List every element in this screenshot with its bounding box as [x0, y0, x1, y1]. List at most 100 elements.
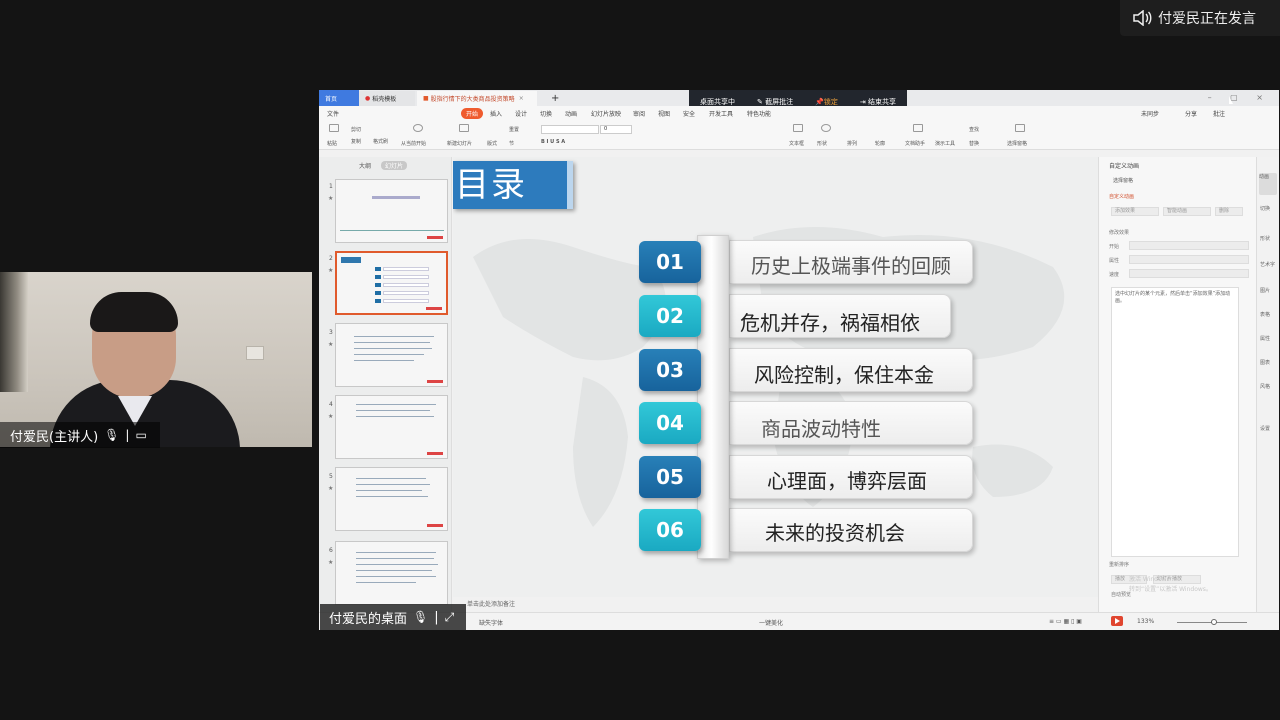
outline-label[interactable]: 轮廓: [875, 140, 885, 147]
menu-file[interactable]: 文件: [327, 109, 339, 118]
font-size-input[interactable]: 0: [600, 125, 632, 134]
format-painter-label[interactable]: 格式刷: [373, 138, 388, 145]
menu-animation[interactable]: 动画: [565, 109, 577, 118]
thumbnail-3[interactable]: [335, 323, 448, 387]
slide-canvas: 目录 01 02 03 04 05 06 历史上极端事件的回顾 危机并存，祸福相…: [453, 157, 1098, 597]
layout-label[interactable]: 版式: [487, 140, 497, 147]
add-effect-button[interactable]: 添加效果: [1111, 207, 1159, 216]
thumb-text-line: [356, 564, 438, 565]
property-select[interactable]: [1129, 255, 1249, 264]
tab-document[interactable]: ■ 股指行情下的大类商品投资策略 ×: [417, 91, 537, 106]
bold-icon[interactable]: B I U S A: [541, 139, 565, 145]
tab-home[interactable]: 首页: [319, 90, 359, 106]
arrange-label[interactable]: 排列: [847, 140, 857, 147]
camera-tile[interactable]: [0, 272, 312, 447]
thumbnail-1[interactable]: [335, 179, 448, 243]
close-icon[interactable]: ×: [519, 95, 524, 102]
speed-select[interactable]: [1129, 269, 1249, 278]
new-slide-icon[interactable]: [459, 124, 469, 132]
thumbnail-6[interactable]: [335, 541, 448, 605]
reset-label[interactable]: 重置: [509, 126, 519, 133]
tab-slides[interactable]: 幻灯片: [381, 161, 408, 170]
play-current-icon[interactable]: [413, 124, 423, 132]
menu-special[interactable]: 特色功能: [747, 109, 771, 118]
smart-animation-button[interactable]: 智能动画: [1163, 207, 1211, 216]
screen-icon[interactable]: ▭: [135, 428, 146, 442]
thumbnail-2[interactable]: [335, 251, 448, 315]
delete-button[interactable]: 删除: [1215, 207, 1243, 216]
menu-slideshow[interactable]: 幻灯片放映: [591, 109, 621, 118]
selection-pane-link[interactable]: 选择窗格: [1113, 177, 1133, 184]
doc-assistant-icon[interactable]: [913, 124, 923, 132]
menu-transition[interactable]: 切换: [540, 109, 552, 118]
side-tool-settings[interactable]: 设置: [1260, 425, 1270, 432]
find-label[interactable]: 查找: [969, 126, 979, 133]
view-mode-icons[interactable]: ≡ ▭ ▦ ▯ ▣: [1049, 618, 1082, 625]
selection-pane-label[interactable]: 选择窗格: [1007, 140, 1027, 147]
cut-label[interactable]: 剪切: [351, 126, 361, 133]
thumbnail-5[interactable]: [335, 467, 448, 531]
sync-status[interactable]: 未同步: [1141, 109, 1159, 118]
side-tool-shape[interactable]: 形状: [1260, 235, 1270, 242]
side-tool-chart[interactable]: 图表: [1260, 359, 1270, 366]
shape-label[interactable]: 形状: [817, 140, 827, 147]
side-tool-transition[interactable]: 切换: [1260, 205, 1270, 212]
textbox-icon[interactable]: [793, 124, 803, 132]
menu-home[interactable]: 开始: [461, 108, 484, 119]
window-controls[interactable]: – ▢ ×: [1208, 93, 1271, 102]
paste-label[interactable]: 粘贴: [327, 140, 337, 147]
textbox-label[interactable]: 文本框: [789, 140, 804, 147]
side-tool-picture[interactable]: 图片: [1260, 287, 1270, 294]
toc-number: 05: [639, 456, 701, 498]
panel-title: 自定义动画: [1109, 163, 1140, 170]
play-from-current-label[interactable]: 从当前开始: [401, 140, 426, 147]
thumb-num: 1: [329, 183, 333, 190]
desktop-share-label: 付爱民的桌面 🎙 | ⤢: [320, 604, 466, 630]
tab-templates[interactable]: ● 稻壳模板: [359, 91, 415, 106]
tab-outline[interactable]: 大纲: [359, 161, 371, 170]
start-select[interactable]: [1129, 241, 1249, 250]
slide-editing-area[interactable]: 目录 01 02 03 04 05 06 历史上极端事件的回顾 危机并存，祸福相…: [453, 157, 1098, 597]
notes-placeholder[interactable]: 单击此处添加备注: [467, 599, 515, 608]
side-tool-wordart[interactable]: 艺术字: [1260, 261, 1275, 268]
thumb-logo: [427, 452, 443, 455]
menu-view[interactable]: 视图: [658, 109, 670, 118]
thumb-mini-title: [341, 257, 361, 263]
docer-icon: ●: [365, 95, 371, 102]
menu-review[interactable]: 审阅: [633, 109, 645, 118]
side-tool-animation[interactable]: 动画: [1259, 173, 1277, 195]
share-button[interactable]: 分享: [1185, 109, 1197, 118]
zoom-slider-handle[interactable]: [1211, 619, 1217, 625]
side-tool-property[interactable]: 属性: [1260, 335, 1270, 342]
new-slide-label[interactable]: 新建幻灯片: [447, 140, 472, 147]
menu-developer[interactable]: 开发工具: [709, 109, 733, 118]
replace-label[interactable]: 替换: [969, 140, 979, 147]
beautify-button[interactable]: 一键美化: [759, 618, 783, 627]
presentation-tools-label[interactable]: 演示工具: [935, 140, 955, 147]
animation-list[interactable]: 选中幻灯片的某个元素，然后单击“添加效果”添加动画。: [1111, 287, 1239, 557]
comment-button[interactable]: 批注: [1213, 109, 1225, 118]
copy-label[interactable]: 复制: [351, 138, 361, 145]
menu-security[interactable]: 安全: [683, 109, 695, 118]
missing-font-button[interactable]: 缺失字体: [479, 618, 503, 627]
section-label[interactable]: 节: [509, 140, 514, 147]
paste-icon[interactable]: [329, 124, 339, 132]
thumbnail-4[interactable]: [335, 395, 448, 459]
slideshow-play-button[interactable]: [1111, 616, 1123, 626]
font-name-input[interactable]: [541, 125, 599, 134]
side-tool-style[interactable]: 风格: [1260, 383, 1270, 390]
mic-icon[interactable]: 🎙: [104, 428, 119, 442]
expand-icon[interactable]: ⤢: [445, 610, 455, 625]
side-toolbar: 动画 切换 形状 艺术字 图片 表格 属性 图表 风格 设置: [1256, 157, 1279, 612]
shape-icon[interactable]: [821, 124, 831, 132]
mic-icon[interactable]: 🎙: [413, 610, 428, 624]
thumb-title-line: [372, 196, 420, 199]
selection-pane-icon[interactable]: [1015, 124, 1025, 132]
side-tool-table[interactable]: 表格: [1260, 311, 1270, 318]
meeting-screen: 付爱民正在发言 付爱民(主讲人) 🎙 | ▭ 首页 ● 稻壳模板 ■ 股指行情下的大…: [0, 0, 1280, 720]
doc-assistant-label[interactable]: 文档助手: [905, 140, 925, 147]
menu-insert[interactable]: 插入: [490, 109, 502, 118]
menu-design[interactable]: 设计: [515, 109, 527, 118]
autopreview-checkbox[interactable]: 自动预览: [1111, 591, 1131, 598]
new-tab-button[interactable]: +: [545, 91, 559, 106]
